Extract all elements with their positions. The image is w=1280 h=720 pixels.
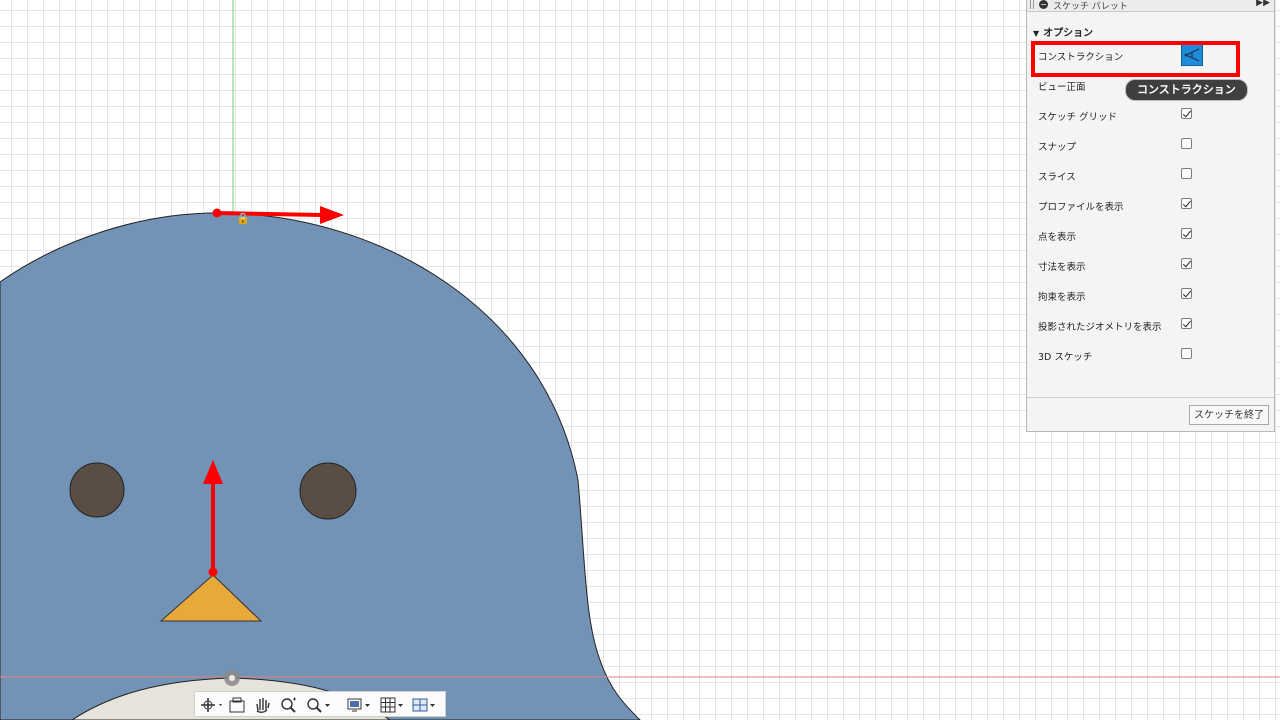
double-right-arrow-icon[interactable]: ▶▶: [1256, 0, 1270, 8]
option-checkbox[interactable]: [1181, 348, 1192, 359]
right-arrow-head: [320, 206, 344, 224]
option-checkbox[interactable]: [1181, 288, 1192, 299]
option-row[interactable]: 投影されたジオメトリを表示: [1038, 315, 1268, 335]
collapse-icon[interactable]: −: [1039, 0, 1048, 9]
zoom-window-icon[interactable]: [304, 695, 334, 715]
option-checkbox[interactable]: [1181, 198, 1192, 209]
option-label: 寸法を表示: [1038, 262, 1086, 273]
palette-title: スケッチ パレット: [1053, 2, 1128, 12]
option-checkbox[interactable]: [1181, 318, 1192, 329]
options-section-label: オプション: [1043, 28, 1094, 39]
drag-handle-icon[interactable]: [1030, 0, 1034, 9]
option-row[interactable]: スライス: [1038, 165, 1268, 185]
orbit-icon[interactable]: [199, 695, 225, 715]
display-settings-icon[interactable]: [345, 695, 375, 715]
palette-divider: [1027, 397, 1274, 398]
option-row[interactable]: 寸法を表示: [1038, 255, 1268, 275]
palette-header[interactable]: − スケッチ パレット ▶▶: [1027, 0, 1274, 12]
option-row[interactable]: 3D スケッチ: [1038, 345, 1268, 365]
top-point[interactable]: [212, 208, 222, 218]
right-arrow-line: [216, 211, 323, 217]
option-label: 点を表示: [1038, 232, 1077, 243]
look-at-icon[interactable]: [227, 695, 247, 715]
option-checkbox[interactable]: [1181, 108, 1192, 119]
pan-hand-icon[interactable]: [252, 695, 272, 715]
option-label: スライス: [1038, 172, 1076, 183]
finish-sketch-button[interactable]: スケッチを終了: [1189, 405, 1269, 425]
left-eye[interactable]: [69, 462, 125, 518]
option-label: スケッチ グリッド: [1038, 112, 1118, 123]
option-label: 拘束を表示: [1038, 292, 1086, 303]
triangle-down-icon: ▼: [1033, 29, 1040, 38]
navigation-toolbar: [194, 691, 446, 717]
construction-highlight-box: [1031, 41, 1240, 77]
option-label: 3D スケッチ: [1038, 352, 1093, 363]
option-label: ビュー正面: [1038, 82, 1086, 93]
viewports-icon[interactable]: [410, 695, 440, 715]
options-section-header[interactable]: ▼ オプション: [1033, 24, 1093, 39]
option-row[interactable]: プロファイルを表示: [1038, 195, 1268, 215]
grid-settings-icon[interactable]: [378, 695, 408, 715]
zoom-icon[interactable]: [278, 695, 300, 715]
right-eye[interactable]: [299, 462, 357, 520]
construction-tooltip: コンストラクション: [1125, 79, 1248, 101]
constraint-glyph: 🔒: [236, 212, 250, 225]
option-checkbox[interactable]: [1181, 228, 1192, 239]
option-row[interactable]: スケッチ グリッド: [1038, 105, 1268, 125]
beak-point[interactable]: [208, 567, 218, 577]
option-label: プロファイルを表示: [1038, 202, 1124, 213]
option-checkbox[interactable]: [1181, 138, 1192, 149]
option-row[interactable]: 点を表示: [1038, 225, 1268, 245]
option-checkbox[interactable]: [1181, 168, 1192, 179]
option-label: スナップ: [1038, 142, 1077, 153]
option-checkbox[interactable]: [1181, 258, 1192, 269]
option-label: 投影されたジオメトリを表示: [1038, 322, 1162, 333]
option-row[interactable]: 拘束を表示: [1038, 285, 1268, 305]
origin-dot: [229, 675, 235, 681]
option-row[interactable]: スナップ: [1038, 135, 1268, 155]
